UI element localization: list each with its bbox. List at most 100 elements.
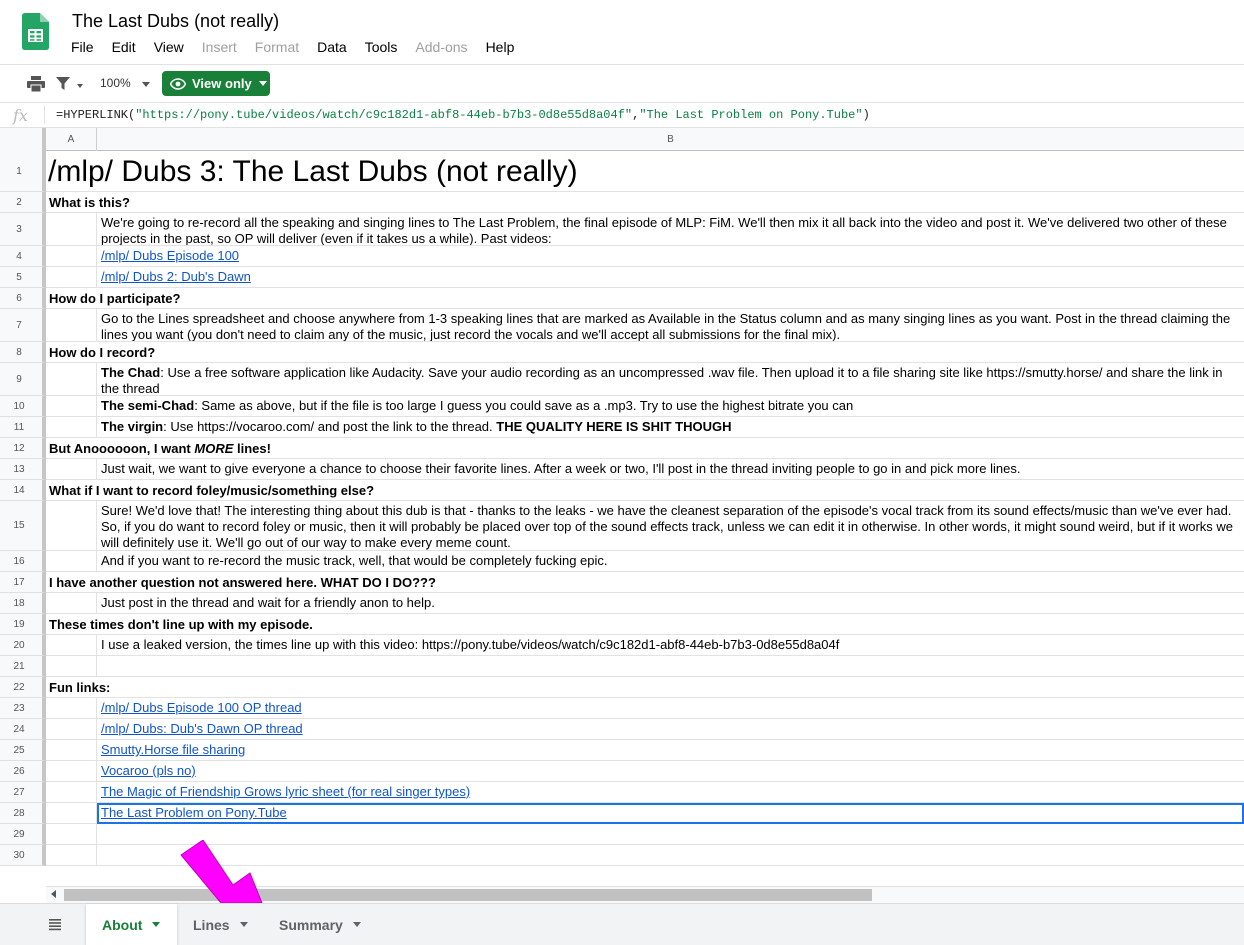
hyperlink[interactable]: /mlp/ Dubs Episode 100 — [101, 248, 239, 263]
row-number[interactable]: 16 — [0, 551, 46, 572]
body-cell[interactable]: Just post in the thread and wait for a f… — [97, 593, 1244, 614]
menu-item-view[interactable]: View — [154, 39, 184, 55]
cell-a[interactable] — [46, 459, 97, 480]
cell-a[interactable] — [46, 593, 97, 614]
row-number[interactable]: 28 — [0, 803, 46, 824]
menu-item-edit[interactable]: Edit — [112, 39, 136, 55]
section-heading-cell[interactable]: But Anoooooon, I want MORE lines! — [46, 438, 1244, 459]
menu-item-help[interactable]: Help — [486, 39, 515, 55]
section-heading-cell[interactable]: What if I want to record foley/music/som… — [46, 480, 1244, 501]
body-cell[interactable]: We're going to re-record all the speakin… — [97, 213, 1244, 246]
sheet-tab-caret-icon[interactable] — [239, 922, 248, 927]
menu-item-data[interactable]: Data — [317, 39, 347, 55]
sheet-title-cell[interactable]: /mlp/ Dubs 3: The Last Dubs (not really) — [46, 151, 1244, 192]
hyperlink[interactable]: The Last Problem on Pony.Tube — [101, 805, 287, 820]
menu-item-insert[interactable]: Insert — [202, 39, 237, 55]
hyperlink[interactable]: The Magic of Friendship Grows lyric shee… — [101, 784, 470, 799]
row-number[interactable]: 9 — [0, 363, 46, 396]
print-icon[interactable] — [27, 76, 45, 92]
cell-a[interactable] — [46, 501, 97, 551]
cell-a[interactable] — [46, 246, 97, 267]
hyperlink[interactable]: /mlp/ Dubs Episode 100 OP thread — [101, 700, 302, 715]
cell-a[interactable] — [46, 719, 97, 740]
row-number[interactable]: 12 — [0, 438, 46, 459]
row-number[interactable]: 21 — [0, 656, 46, 677]
link-cell[interactable]: Smutty.Horse file sharing — [97, 740, 1244, 761]
menu-item-format[interactable]: Format — [255, 39, 299, 55]
row-number[interactable]: 15 — [0, 501, 46, 551]
cell-a[interactable] — [46, 213, 97, 246]
section-heading-cell[interactable]: How do I record? — [46, 342, 1244, 363]
row-number[interactable]: 26 — [0, 761, 46, 782]
body-cell[interactable]: I use a leaked version, the times line u… — [97, 635, 1244, 656]
select-all-corner[interactable] — [0, 128, 46, 151]
cell-a[interactable] — [46, 363, 97, 396]
row-number[interactable]: 1 — [0, 151, 46, 192]
cell-a[interactable] — [46, 824, 97, 845]
row-number[interactable]: 7 — [0, 309, 46, 342]
link-cell[interactable]: The Last Problem on Pony.Tube — [97, 803, 1244, 824]
sheet-tab-caret-icon[interactable] — [352, 922, 361, 927]
link-cell[interactable]: /mlp/ Dubs: Dub's Dawn OP thread — [97, 719, 1244, 740]
link-cell[interactable]: Vocaroo (pls no) — [97, 761, 1244, 782]
body-cell[interactable]: The virgin: Use https://vocaroo.com/ and… — [97, 417, 1244, 438]
hyperlink[interactable]: Smutty.Horse file sharing — [101, 742, 245, 757]
row-number[interactable]: 14 — [0, 480, 46, 501]
cell-a[interactable] — [46, 309, 97, 342]
formula-input[interactable]: =HYPERLINK("https://pony.tube/videos/wat… — [56, 108, 870, 122]
body-cell[interactable]: And if you want to re-record the music t… — [97, 551, 1244, 572]
link-cell[interactable]: /mlp/ Dubs Episode 100 — [97, 246, 1244, 267]
row-number[interactable]: 10 — [0, 396, 46, 417]
row-number[interactable]: 20 — [0, 635, 46, 656]
link-cell[interactable]: /mlp/ Dubs Episode 100 OP thread — [97, 698, 1244, 719]
cell-a[interactable] — [46, 267, 97, 288]
cell-a[interactable] — [46, 635, 97, 656]
view-only-button[interactable]: View only — [162, 71, 270, 96]
cell-a[interactable] — [46, 740, 97, 761]
section-heading-cell[interactable]: How do I participate? — [46, 288, 1244, 309]
sheet-tab-lines[interactable]: Lines — [177, 904, 263, 945]
body-cell[interactable]: The Chad: Use a free software applicatio… — [97, 363, 1244, 396]
row-number[interactable]: 18 — [0, 593, 46, 614]
row-number[interactable]: 8 — [0, 342, 46, 363]
row-number[interactable]: 3 — [0, 213, 46, 246]
scroll-left-icon[interactable] — [51, 890, 56, 898]
empty-cell[interactable] — [97, 845, 1244, 866]
row-number[interactable]: 5 — [0, 267, 46, 288]
row-number[interactable]: 2 — [0, 192, 46, 213]
row-number[interactable]: 24 — [0, 719, 46, 740]
menu-item-file[interactable]: File — [71, 39, 94, 55]
cell-a[interactable] — [46, 656, 97, 677]
column-header-b[interactable]: B — [97, 128, 1244, 151]
cell-a[interactable] — [46, 803, 97, 824]
body-cell[interactable]: Go to the Lines spreadsheet and choose a… — [97, 309, 1244, 342]
empty-cell[interactable] — [97, 824, 1244, 845]
menu-item-add-ons[interactable]: Add-ons — [415, 39, 467, 55]
cell-a[interactable] — [46, 845, 97, 866]
body-cell[interactable]: Sure! We'd love that! The interesting th… — [97, 501, 1244, 551]
row-number[interactable]: 11 — [0, 417, 46, 438]
sheet-tab-about[interactable]: About — [86, 904, 177, 945]
row-number[interactable]: 17 — [0, 572, 46, 593]
empty-cell[interactable] — [97, 656, 1244, 677]
cell-a[interactable] — [46, 698, 97, 719]
all-sheets-menu-icon[interactable] — [48, 917, 62, 931]
filter-caret-icon[interactable] — [77, 84, 83, 88]
cell-a[interactable] — [46, 782, 97, 803]
zoom-select[interactable]: 100% — [100, 76, 131, 90]
sheets-logo-icon[interactable] — [22, 13, 49, 50]
cell-a[interactable] — [46, 551, 97, 572]
column-header-a[interactable]: A — [46, 128, 97, 151]
cell-a[interactable] — [46, 761, 97, 782]
row-number[interactable]: 29 — [0, 824, 46, 845]
row-number[interactable]: 23 — [0, 698, 46, 719]
document-title[interactable]: The Last Dubs (not really) — [72, 11, 279, 32]
row-number[interactable]: 25 — [0, 740, 46, 761]
section-heading-cell[interactable]: These times don't line up with my episod… — [46, 614, 1244, 635]
filter-icon[interactable] — [56, 77, 70, 91]
cell-a[interactable] — [46, 396, 97, 417]
section-heading-cell[interactable]: Fun links: — [46, 677, 1244, 698]
row-number[interactable]: 27 — [0, 782, 46, 803]
hyperlink[interactable]: /mlp/ Dubs 2: Dub's Dawn — [101, 269, 251, 284]
cell-a[interactable] — [46, 417, 97, 438]
